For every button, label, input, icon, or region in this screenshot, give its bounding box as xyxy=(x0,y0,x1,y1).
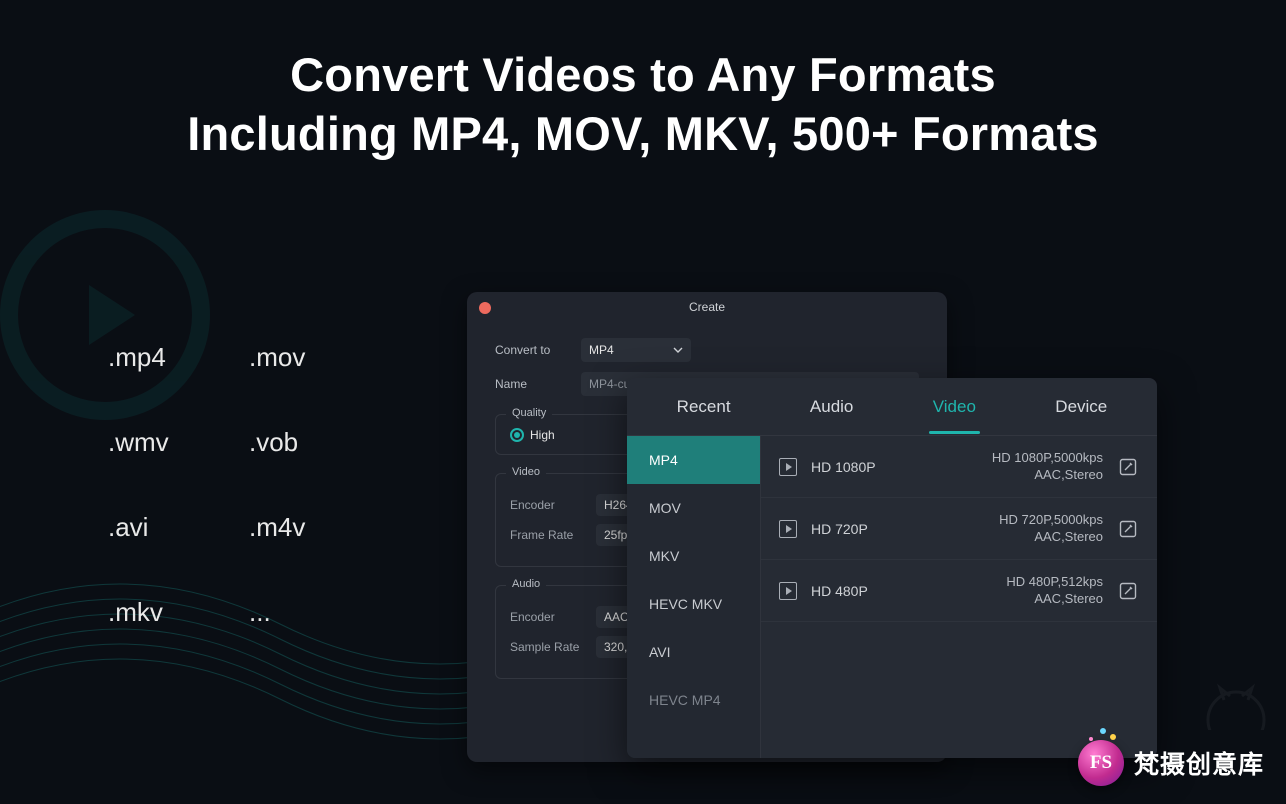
brand-logo: FS 梵摄创意库 xyxy=(1078,740,1264,786)
format-item-hevc-mkv[interactable]: HEVC MKV xyxy=(627,580,760,628)
preset-resolution: HD 1080P xyxy=(811,459,931,475)
format-item-mkv[interactable]: MKV xyxy=(627,532,760,580)
format-ext: .avi xyxy=(108,512,227,543)
convert-to-value: MP4 xyxy=(589,343,614,357)
video-section-title: Video xyxy=(506,466,546,478)
cat-decoration xyxy=(1196,670,1276,730)
tab-device[interactable]: Device xyxy=(1051,397,1111,417)
format-ext: .m4v xyxy=(249,512,368,543)
brand-text: 梵摄创意库 xyxy=(1134,745,1264,781)
headline-line2: Including MP4, MOV, MKV, 500+ Formats xyxy=(0,105,1286,164)
play-icon xyxy=(779,458,797,476)
format-ext: .mov xyxy=(249,342,368,373)
name-label: Name xyxy=(495,377,581,391)
edit-preset-button[interactable] xyxy=(1117,580,1139,602)
tab-video[interactable]: Video xyxy=(929,397,980,417)
format-picker-panel: Recent Audio Video Device MP4 MOV MKV HE… xyxy=(627,378,1157,758)
brand-initials: FS xyxy=(1078,740,1124,786)
window-close-button[interactable] xyxy=(479,302,491,314)
tab-recent[interactable]: Recent xyxy=(673,397,735,417)
edit-icon xyxy=(1119,520,1137,538)
format-extension-grid: .mp4 .mov .wmv .vob .avi .m4v .mkv ... xyxy=(108,342,368,628)
quality-section-title: Quality xyxy=(506,407,552,419)
play-triangle-icon xyxy=(89,285,135,345)
play-icon xyxy=(779,582,797,600)
audio-samplerate-label: Sample Rate xyxy=(510,640,596,654)
radio-selected-icon xyxy=(510,428,524,442)
quality-high-radio[interactable]: High xyxy=(510,428,555,442)
convert-to-label: Convert to xyxy=(495,343,581,357)
headline-line1: Convert Videos to Any Formats xyxy=(0,46,1286,105)
video-encoder-label: Encoder xyxy=(510,498,596,512)
convert-to-select[interactable]: MP4 xyxy=(581,338,691,362)
preset-row[interactable]: HD 480P HD 480P,512kps AAC,Stereo xyxy=(761,560,1157,622)
tab-audio[interactable]: Audio xyxy=(806,397,857,417)
preset-list: HD 1080P HD 1080P,5000kps AAC,Stereo HD … xyxy=(761,436,1157,758)
preset-spec: HD 480P,512kps AAC,Stereo xyxy=(945,574,1103,608)
preset-row[interactable]: HD 1080P HD 1080P,5000kps AAC,Stereo xyxy=(761,436,1157,498)
preset-spec: HD 1080P,5000kps AAC,Stereo xyxy=(945,450,1103,484)
format-item-avi[interactable]: AVI xyxy=(627,628,760,676)
video-framerate-label: Frame Rate xyxy=(510,528,596,542)
format-list: MP4 MOV MKV HEVC MKV AVI HEVC MP4 xyxy=(627,436,761,758)
window-title: Create xyxy=(689,300,725,314)
window-titlebar: Create xyxy=(467,292,947,322)
format-ext: ... xyxy=(249,597,368,628)
format-ext: .vob xyxy=(249,427,368,458)
edit-icon xyxy=(1119,458,1137,476)
edit-icon xyxy=(1119,582,1137,600)
preset-row[interactable]: HD 720P HD 720P,5000kps AAC,Stereo xyxy=(761,498,1157,560)
brand-dots-icon xyxy=(1110,734,1116,740)
edit-preset-button[interactable] xyxy=(1117,518,1139,540)
preset-spec: HD 720P,5000kps AAC,Stereo xyxy=(945,512,1103,546)
headline: Convert Videos to Any Formats Including … xyxy=(0,0,1286,164)
format-ext: .wmv xyxy=(108,427,227,458)
preset-resolution: HD 480P xyxy=(811,583,931,599)
edit-preset-button[interactable] xyxy=(1117,456,1139,478)
preset-resolution: HD 720P xyxy=(811,521,931,537)
quality-high-label: High xyxy=(530,428,555,442)
format-item-mp4[interactable]: MP4 xyxy=(627,436,760,484)
audio-section-title: Audio xyxy=(506,578,546,590)
format-tabs: Recent Audio Video Device xyxy=(627,378,1157,436)
format-ext: .mp4 xyxy=(108,342,227,373)
format-ext: .mkv xyxy=(108,597,227,628)
chevron-down-icon xyxy=(673,347,683,353)
format-item-hevc-mp4[interactable]: HEVC MP4 xyxy=(627,676,760,724)
audio-encoder-label: Encoder xyxy=(510,610,596,624)
play-icon xyxy=(779,520,797,538)
format-item-mov[interactable]: MOV xyxy=(627,484,760,532)
